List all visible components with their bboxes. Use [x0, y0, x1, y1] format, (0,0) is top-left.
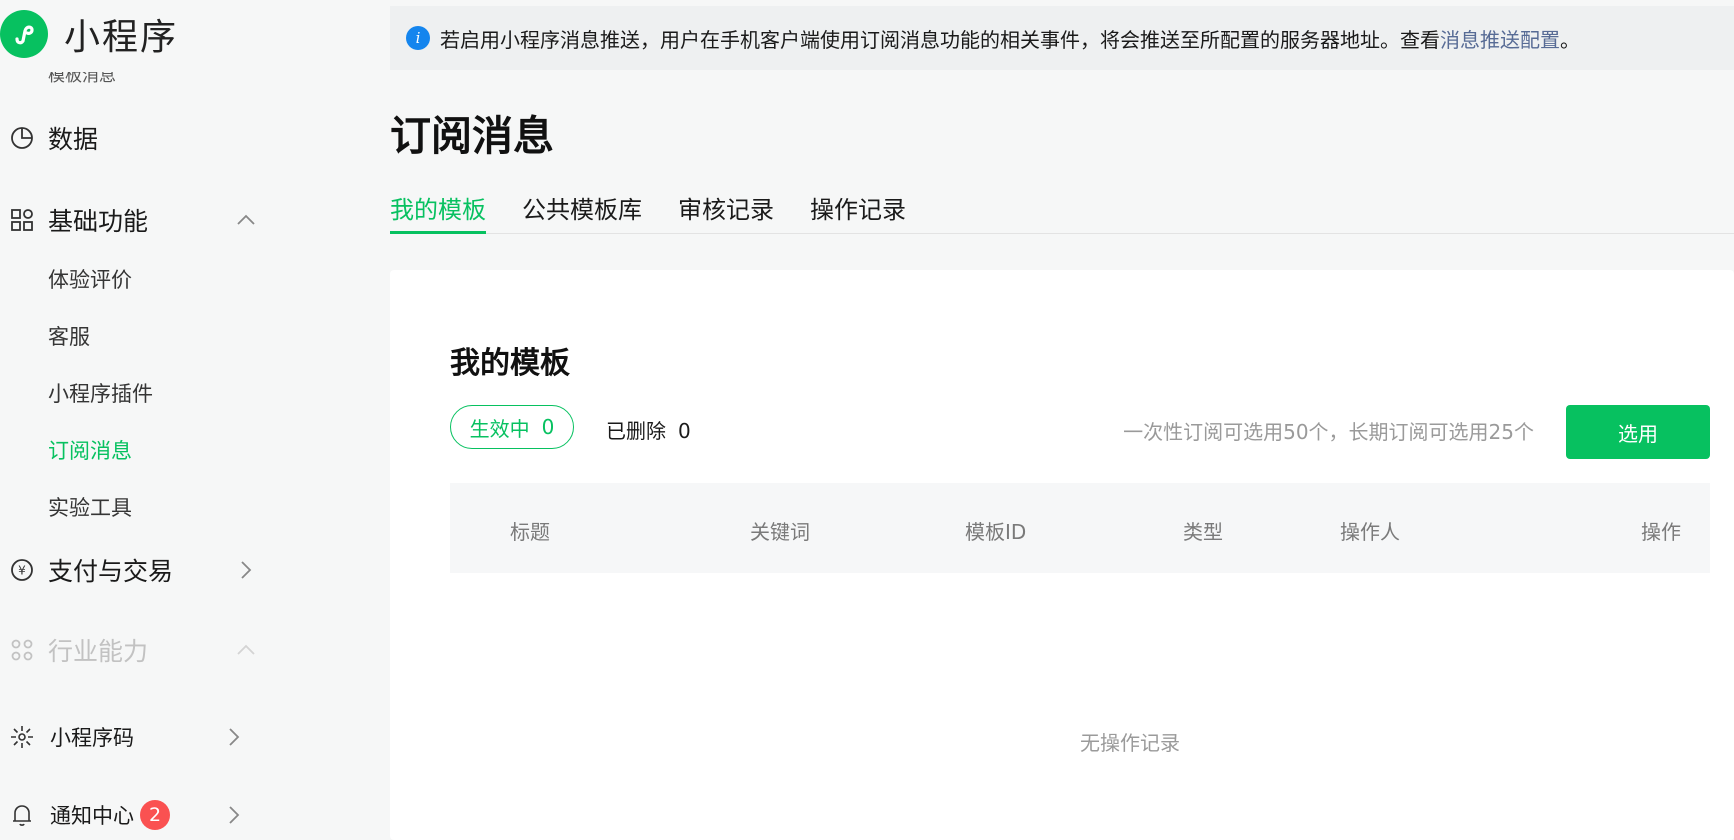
- filter-deleted-label: 已删除: [606, 419, 666, 443]
- notice-suffix: 。: [1560, 27, 1580, 52]
- tab-public-template-library[interactable]: 公共模板库: [522, 190, 642, 234]
- card-title: 我的模板: [450, 346, 570, 381]
- sidebar-item-industry: 行业能力: [0, 630, 270, 670]
- filter-active-count: 0: [541, 415, 555, 439]
- push-config-link[interactable]: 消息推送配置: [1440, 24, 1560, 53]
- sidebar-item-label: 行业能力: [48, 637, 149, 666]
- sidebar-item-label: 小程序码: [50, 726, 134, 750]
- sidebar-subitem-experience[interactable]: 体验评价: [48, 265, 132, 295]
- info-icon: i: [406, 26, 430, 50]
- notification-count-badge: 2: [140, 800, 170, 830]
- column-header-actions: 操作: [1641, 520, 1681, 544]
- app-title: 小程序: [64, 17, 179, 58]
- sidebar-item-payment[interactable]: ¥ 支付与交易: [0, 550, 270, 590]
- bell-icon: [8, 801, 36, 829]
- empty-state-text: 无操作记录: [1080, 731, 1180, 755]
- my-templates-card: 我的模板 生效中 0 已删除 0 一次性订阅可选用50个，长期订阅可选用25个 选…: [390, 270, 1734, 840]
- notice-text: 若启用小程序消息推送，用户在手机客户端使用订阅消息功能的相关事件，将会推送至所配…: [440, 27, 1440, 52]
- app-logo[interactable]: 小程序: [0, 6, 178, 62]
- sidebar-item-label: 基础功能: [48, 207, 149, 236]
- filter-active-label: 生效中: [469, 416, 530, 441]
- template-limit-hint: 一次性订阅可选用50个，长期订阅可选用25个: [1123, 420, 1534, 444]
- sidebar-item-basic[interactable]: 基础功能: [0, 200, 270, 240]
- column-header-operator: 操作人: [1340, 520, 1400, 544]
- tab-review-records[interactable]: 审核记录: [678, 190, 774, 234]
- chevron-up-icon: [232, 636, 260, 664]
- sparkle-icon: [8, 723, 36, 751]
- sidebar-item-label: 数据: [48, 125, 99, 154]
- sidebar-subitem-experiment-tools[interactable]: 实验工具: [48, 493, 132, 523]
- chevron-right-icon[interactable]: [220, 801, 248, 829]
- page-title: 订阅消息: [390, 112, 554, 160]
- sidebar-subitem-subscribe-message[interactable]: 订阅消息: [48, 436, 132, 466]
- push-notice-banner: i 若启用小程序消息推送，用户在手机客户端使用订阅消息功能的相关事件，将会推送至…: [390, 6, 1734, 70]
- apps-grid-icon: [8, 206, 36, 234]
- sidebar: 小程序 模板消息 数据 基础功能 体验评价 客服 小程序插件 订阅消息 实验工具…: [0, 0, 390, 840]
- filter-active[interactable]: 生效中 0: [450, 405, 574, 449]
- chevron-right-icon[interactable]: [220, 723, 248, 751]
- sidebar-subitem-plugins[interactable]: 小程序插件: [48, 379, 153, 409]
- mini-program-logo-icon: [0, 10, 48, 58]
- filter-deleted-count: 0: [678, 419, 691, 443]
- tab-bar: 我的模板 公共模板库 审核记录 操作记录: [390, 190, 1734, 234]
- sidebar-subitem-customer-service[interactable]: 客服: [48, 322, 90, 352]
- select-template-button[interactable]: 选用: [1566, 405, 1710, 459]
- chevron-right-icon[interactable]: [232, 556, 260, 584]
- filter-deleted[interactable]: 已删除 0: [606, 415, 691, 444]
- column-header-keywords: 关键词: [750, 520, 810, 544]
- column-header-title: 标题: [510, 520, 550, 544]
- column-header-type: 类型: [1183, 520, 1223, 544]
- tab-my-templates[interactable]: 我的模板: [390, 190, 486, 234]
- nodes-icon: [8, 636, 36, 664]
- chevron-up-icon[interactable]: [232, 206, 260, 234]
- column-header-template-id: 模板ID: [965, 520, 1027, 544]
- pie-chart-icon: [8, 124, 36, 152]
- tab-operation-records[interactable]: 操作记录: [810, 190, 906, 234]
- sidebar-item-data[interactable]: 数据: [0, 118, 270, 158]
- yuan-circle-icon: ¥: [8, 556, 36, 584]
- sidebar-item-label: 支付与交易: [48, 557, 174, 586]
- sidebar-item-clipped[interactable]: 模板消息: [48, 72, 116, 86]
- table-header: 标题 关键词 模板ID 类型 操作人 操作: [450, 483, 1710, 573]
- sidebar-item-label: 通知中心: [50, 804, 134, 828]
- sidebar-item-qrcode[interactable]: 小程序码: [0, 717, 260, 757]
- sidebar-item-notify[interactable]: 通知中心 2: [0, 795, 260, 835]
- svg-text:¥: ¥: [18, 564, 26, 578]
